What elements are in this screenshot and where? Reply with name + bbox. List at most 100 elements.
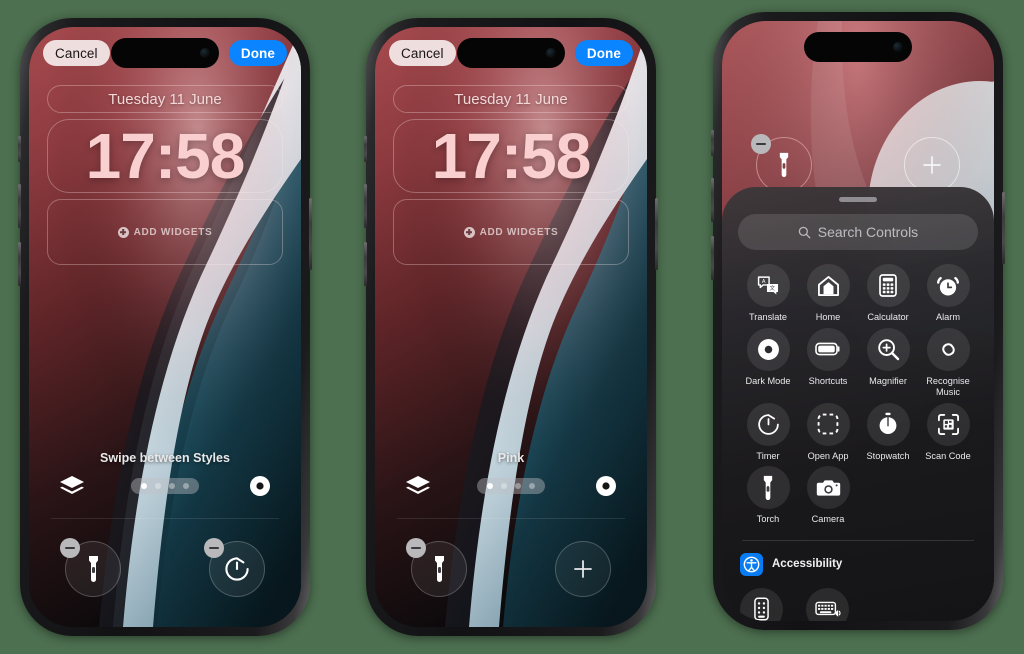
volume-down-button[interactable] bbox=[711, 236, 714, 280]
add-control-button[interactable] bbox=[555, 541, 611, 597]
remove-control-badge[interactable] bbox=[60, 538, 80, 558]
cancel-button[interactable]: Cancel bbox=[43, 40, 110, 66]
assistive-touch-icon bbox=[754, 597, 769, 621]
remove-control-badge[interactable] bbox=[751, 134, 771, 154]
remove-control-badge[interactable] bbox=[204, 538, 224, 558]
keyboard-speech-icon bbox=[814, 600, 841, 619]
layers-icon[interactable] bbox=[405, 475, 431, 497]
keyboard-speech-control[interactable] bbox=[806, 587, 849, 621]
style-dot[interactable] bbox=[501, 483, 507, 489]
control-item-shortcuts[interactable]: Shortcuts bbox=[798, 327, 858, 399]
accessibility-icon bbox=[740, 552, 763, 576]
svg-text:A: A bbox=[761, 279, 765, 285]
style-dot[interactable] bbox=[529, 483, 535, 489]
control-label: Torch bbox=[756, 514, 780, 524]
style-picker-1: Swipe between Styles bbox=[29, 451, 301, 503]
sheet-divider bbox=[742, 539, 974, 541]
control-item-magnifier[interactable]: Magnifier bbox=[858, 327, 918, 399]
power-button[interactable] bbox=[309, 198, 312, 270]
layers-icon[interactable] bbox=[59, 475, 85, 497]
mute-switch[interactable] bbox=[18, 136, 21, 162]
flashlight-control[interactable] bbox=[60, 538, 121, 597]
control-label: Translate bbox=[749, 312, 787, 322]
contrast-icon[interactable] bbox=[249, 475, 271, 497]
volume-down-button[interactable] bbox=[364, 242, 367, 286]
add-control-button[interactable] bbox=[904, 137, 960, 193]
plus-circle-icon bbox=[463, 226, 475, 238]
control-label: Recognise Music bbox=[926, 375, 970, 398]
control-item-torch[interactable]: Torch bbox=[738, 466, 798, 526]
control-item-stopwatch[interactable]: Stopwatch bbox=[858, 402, 918, 463]
control-label: Stopwatch bbox=[866, 450, 910, 461]
dynamic-island bbox=[804, 32, 912, 62]
dark-mode-icon bbox=[746, 327, 790, 371]
controls-grid: A 文 Translate Home Calculator Alarm Dark… bbox=[738, 264, 978, 526]
control-label: Camera bbox=[811, 514, 845, 524]
control-label: Scan Code bbox=[925, 450, 971, 461]
done-button[interactable]: Done bbox=[574, 40, 633, 66]
front-camera-icon bbox=[893, 42, 903, 52]
style-dots[interactable] bbox=[131, 478, 199, 494]
search-controls-field[interactable]: Search Controls bbox=[738, 214, 978, 250]
control-item-home[interactable]: Home bbox=[798, 264, 858, 324]
control-item-open-app[interactable]: Open App bbox=[798, 402, 858, 463]
lockscreen-controls-1 bbox=[29, 538, 301, 599]
control-item-recognise-music[interactable]: Recognise Music bbox=[918, 327, 978, 399]
accessibility-section-title: Accessibility bbox=[772, 558, 843, 570]
control-item-alarm[interactable]: Alarm bbox=[918, 264, 978, 324]
style-dot[interactable] bbox=[169, 483, 175, 489]
add-widgets-text: ADD WIDGETS bbox=[479, 226, 559, 238]
control-item-scan-code[interactable]: Scan Code bbox=[918, 402, 978, 463]
plus-icon bbox=[574, 560, 592, 578]
control-item-camera[interactable]: Camera bbox=[798, 466, 858, 526]
control-item-translate[interactable]: A 文 Translate bbox=[738, 264, 798, 324]
add-widgets-label[interactable]: ADD WIDGETS bbox=[375, 199, 647, 265]
timer-icon bbox=[746, 402, 790, 446]
style-dot[interactable] bbox=[515, 483, 521, 489]
camera-icon bbox=[806, 466, 850, 509]
lockscreen-date: Tuesday 11 June bbox=[108, 90, 222, 108]
style-dot[interactable] bbox=[183, 483, 189, 489]
sheet-grabber[interactable] bbox=[839, 197, 877, 202]
phone-device-3: Search Controls A 文 Translate Home Calcu… bbox=[711, 12, 1005, 630]
control-label: Alarm bbox=[936, 312, 960, 322]
style-dot[interactable] bbox=[141, 483, 147, 489]
section-divider bbox=[51, 518, 279, 519]
remove-control-badge[interactable] bbox=[406, 538, 426, 558]
cancel-button[interactable]: Cancel bbox=[389, 40, 456, 66]
volume-up-button[interactable] bbox=[18, 184, 21, 228]
scan-code-icon bbox=[926, 402, 970, 446]
control-label: Timer bbox=[756, 450, 780, 461]
plus-circle-icon bbox=[117, 226, 129, 238]
style-dot[interactable] bbox=[155, 483, 161, 489]
assistive-touch-control[interactable] bbox=[740, 587, 783, 621]
done-button[interactable]: Done bbox=[228, 40, 287, 66]
volume-down-button[interactable] bbox=[18, 242, 21, 286]
lockscreen-controls-2 bbox=[375, 538, 647, 599]
control-item-timer[interactable]: Timer bbox=[738, 402, 798, 463]
mute-switch[interactable] bbox=[364, 136, 367, 162]
dynamic-island bbox=[111, 38, 219, 68]
timer-control[interactable] bbox=[204, 538, 265, 597]
section-divider bbox=[397, 518, 625, 519]
style-dots[interactable] bbox=[477, 478, 545, 494]
mute-switch[interactable] bbox=[711, 130, 714, 156]
svg-text:文: 文 bbox=[769, 284, 775, 292]
phone-device-1: Cancel Done Tuesday 11 June 17:58 ADD WI… bbox=[18, 18, 312, 636]
home-icon bbox=[806, 264, 850, 307]
screenshot-stage: Cancel Done Tuesday 11 June 17:58 ADD WI… bbox=[0, 0, 1024, 654]
phone-screen-1: Cancel Done Tuesday 11 June 17:58 ADD WI… bbox=[29, 27, 301, 627]
stopwatch-icon bbox=[866, 402, 910, 446]
add-widgets-label[interactable]: ADD WIDGETS bbox=[29, 199, 301, 265]
flashlight-control[interactable] bbox=[751, 134, 812, 193]
volume-up-button[interactable] bbox=[711, 178, 714, 222]
style-dot[interactable] bbox=[487, 483, 493, 489]
control-item-dark-mode[interactable]: Dark Mode bbox=[738, 327, 798, 399]
calculator-icon bbox=[866, 264, 910, 307]
power-button[interactable] bbox=[1002, 192, 1005, 264]
contrast-icon[interactable] bbox=[595, 475, 617, 497]
volume-up-button[interactable] bbox=[364, 184, 367, 228]
control-item-calculator[interactable]: Calculator bbox=[858, 264, 918, 324]
flashlight-control[interactable] bbox=[406, 538, 467, 597]
power-button[interactable] bbox=[655, 198, 658, 270]
